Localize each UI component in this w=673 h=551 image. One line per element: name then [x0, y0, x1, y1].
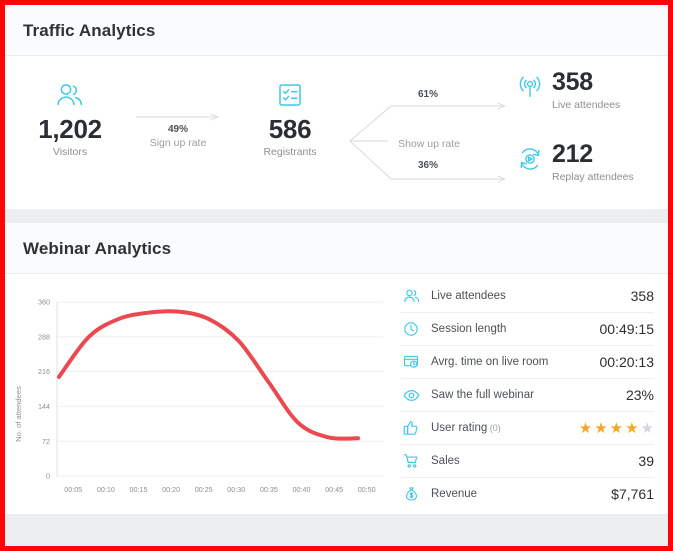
- registrants-value: 586: [268, 114, 312, 144]
- thumbs-up-icon: [401, 420, 421, 436]
- x-tick-label: 00:15: [130, 485, 148, 494]
- webinar-analytics-title: Webinar Analytics: [23, 239, 172, 258]
- stat-registrants: 586 Registrants: [245, 78, 335, 158]
- x-tick-label: 00:30: [227, 485, 245, 494]
- star-icon[interactable]: ★: [579, 421, 592, 436]
- stat-visitors: 1,202 Visitors: [25, 78, 115, 158]
- y-tick-label: 144: [38, 402, 50, 411]
- chart-y-tick-labels: 0 72 144 216 288 360: [38, 298, 50, 481]
- webinar-body: 0 72 144 216 288 360 00:05 00:10 00:15 00:20 00:2…: [5, 274, 668, 514]
- metric-label: Saw the full webinar: [431, 389, 534, 401]
- rating-count: (0): [487, 423, 501, 433]
- star-icon[interactable]: ★: [610, 421, 623, 436]
- money-bag-icon: [401, 486, 421, 502]
- webinar-metrics-list: Live attendees 358 Session length 00:49:15 A…: [395, 274, 668, 514]
- y-tick-label: 288: [38, 332, 50, 341]
- y-tick-label: 360: [38, 298, 50, 307]
- metric-value: $7,761: [611, 486, 654, 502]
- metric-row[interactable]: User rating (0) ★ ★ ★ ★ ★: [401, 412, 654, 445]
- metric-label: Revenue: [431, 488, 478, 500]
- replay-attendees-label: Replay attendees: [552, 171, 634, 183]
- attendees-chart: 0 72 144 216 288 360 00:05 00:10 00:15 00:20 00:2…: [5, 274, 395, 514]
- live-attendees-value: 358: [552, 68, 593, 96]
- visitors-label: Visitors: [52, 146, 88, 159]
- chart-x-tick-labels: 00:05 00:10 00:15 00:20 00:25 00:30 00:35 00:40…: [64, 485, 375, 494]
- traffic-analytics-panel: Traffic Analytics 1,202 Visitors 49% Sig…: [5, 5, 668, 209]
- replay-icon: [517, 146, 543, 177]
- cart-icon: [401, 453, 421, 469]
- x-tick-label: 00:45: [325, 485, 343, 494]
- live-room-icon: [401, 354, 421, 370]
- stat-replay-attendees: 212 Replay attendees: [517, 142, 634, 183]
- metric-row[interactable]: Live attendees 358: [401, 280, 654, 313]
- metric-label: Sales: [431, 455, 460, 467]
- x-tick-label: 00:35: [260, 485, 278, 494]
- traffic-analytics-header: Traffic Analytics: [5, 5, 668, 56]
- y-tick-label: 216: [38, 367, 50, 376]
- attendees-line-chart: 0 72 144 216 288 360 00:05 00:10 00:15 00:20 00:2…: [14, 298, 383, 494]
- metric-value: 39: [638, 453, 654, 469]
- traffic-funnel: 1,202 Visitors 49% Sign up rate 586 Regi…: [5, 56, 668, 209]
- x-tick-label: 00:25: [195, 485, 213, 494]
- live-attendees-label: Live attendees: [552, 99, 621, 111]
- metric-value: 00:49:15: [599, 321, 655, 337]
- star-icon[interactable]: ★: [594, 421, 607, 436]
- x-tick-label: 00:05: [64, 485, 82, 494]
- metric-value: 00:20:13: [599, 354, 655, 370]
- analytics-dashboard: Traffic Analytics 1,202 Visitors 49% Sig…: [0, 0, 673, 551]
- visitors-value: 1,202: [38, 114, 102, 144]
- users-icon: [401, 288, 421, 304]
- y-tick-label: 72: [42, 437, 50, 446]
- x-tick-label: 00:10: [97, 485, 115, 494]
- checklist-icon: [245, 78, 335, 112]
- section-divider: [5, 209, 668, 223]
- broadcast-icon: [517, 74, 543, 105]
- registrants-label: Registrants: [263, 146, 317, 159]
- x-tick-label: 00:40: [293, 485, 311, 494]
- eye-icon: [401, 387, 421, 404]
- chart-gridlines: [57, 301, 383, 477]
- y-tick-label: 0: [46, 472, 50, 481]
- star-rating[interactable]: ★ ★ ★ ★ ★: [579, 421, 654, 436]
- metric-row[interactable]: Session length 00:49:15: [401, 313, 654, 346]
- metric-label: Live attendees: [431, 290, 506, 302]
- x-tick-label: 00:50: [358, 485, 376, 494]
- metric-row[interactable]: Saw the full webinar 23%: [401, 379, 654, 412]
- webinar-analytics-header: Webinar Analytics: [5, 223, 668, 274]
- star-icon[interactable]: ★: [625, 421, 638, 436]
- metric-value: 358: [630, 288, 654, 304]
- users-icon: [25, 78, 115, 112]
- metric-row[interactable]: Sales 39: [401, 445, 654, 478]
- chart-series-line: [57, 309, 360, 441]
- chart-y-axis-title: No. of attendees: [14, 386, 23, 442]
- star-icon[interactable]: ★: [641, 421, 654, 436]
- metric-label: User rating (0): [431, 422, 501, 434]
- x-tick-label: 00:20: [162, 485, 180, 494]
- webinar-analytics-panel: Webinar Analytics 0 72 144 216 288 360 00:05 0…: [5, 223, 668, 514]
- metric-label: Session length: [431, 323, 507, 335]
- traffic-analytics-title: Traffic Analytics: [23, 21, 156, 40]
- metric-row[interactable]: Avrg. time on live room 00:20:13: [401, 346, 654, 379]
- clock-icon: [401, 321, 421, 337]
- stat-live-attendees: 358 Live attendees: [517, 70, 620, 111]
- metric-row[interactable]: Revenue $7,761: [401, 478, 654, 510]
- metric-value: 23%: [625, 387, 654, 403]
- replay-attendees-value: 212: [552, 140, 593, 168]
- metric-label: Avrg. time on live room: [431, 356, 549, 368]
